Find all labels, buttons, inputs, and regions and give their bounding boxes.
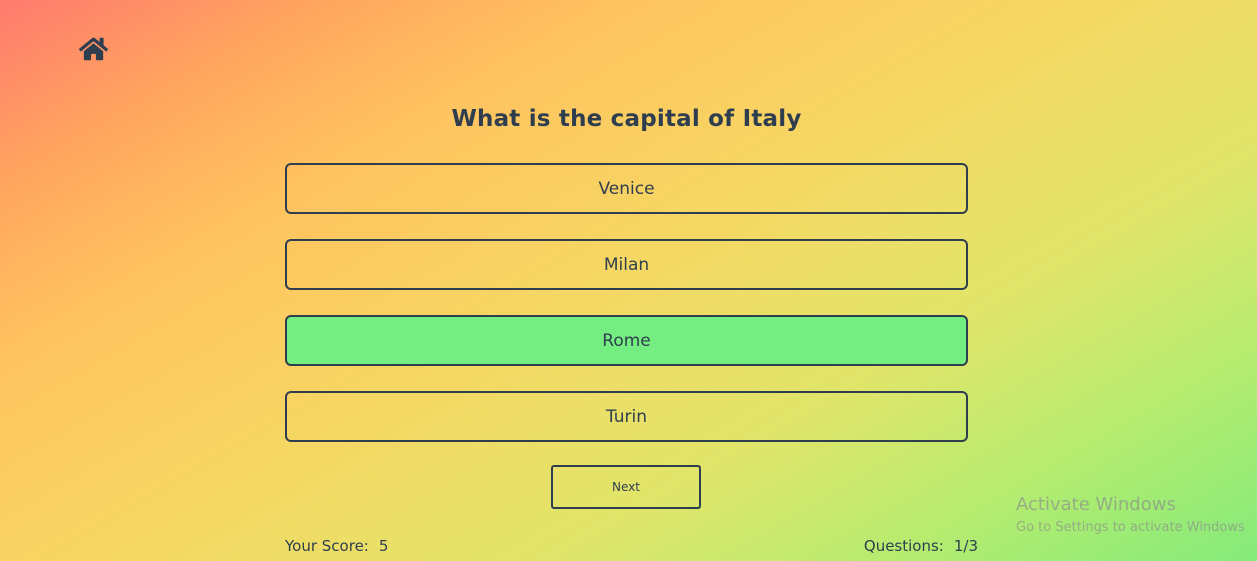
answer-option-3-correct[interactable]: Rome	[285, 315, 968, 366]
activate-windows-subtitle: Go to Settings to activate Windows	[1016, 520, 1245, 535]
question-progress-value: 1/3	[953, 537, 978, 555]
home-icon-glyph	[79, 37, 108, 61]
answer-option-2[interactable]: Milan	[285, 239, 968, 290]
answer-option-4[interactable]: Turin	[285, 391, 968, 442]
activate-windows-watermark: Activate Windows Go to Settings to activ…	[1016, 494, 1245, 537]
question-progress: Questions: 1/3	[864, 537, 978, 555]
score-display: Your Score: 5	[285, 537, 388, 555]
score-label: Your Score:	[285, 537, 369, 555]
next-button[interactable]: Next	[551, 465, 701, 509]
answer-option-1[interactable]: Venice	[285, 163, 968, 214]
home-icon[interactable]	[79, 36, 108, 62]
question-progress-label: Questions:	[863, 537, 944, 555]
activate-windows-title: Activate Windows	[1016, 494, 1176, 515]
score-value: 5	[378, 537, 389, 555]
question-title: What is the capital of Italy	[451, 106, 802, 132]
answer-list: Venice Milan Rome Turin	[285, 163, 968, 467]
